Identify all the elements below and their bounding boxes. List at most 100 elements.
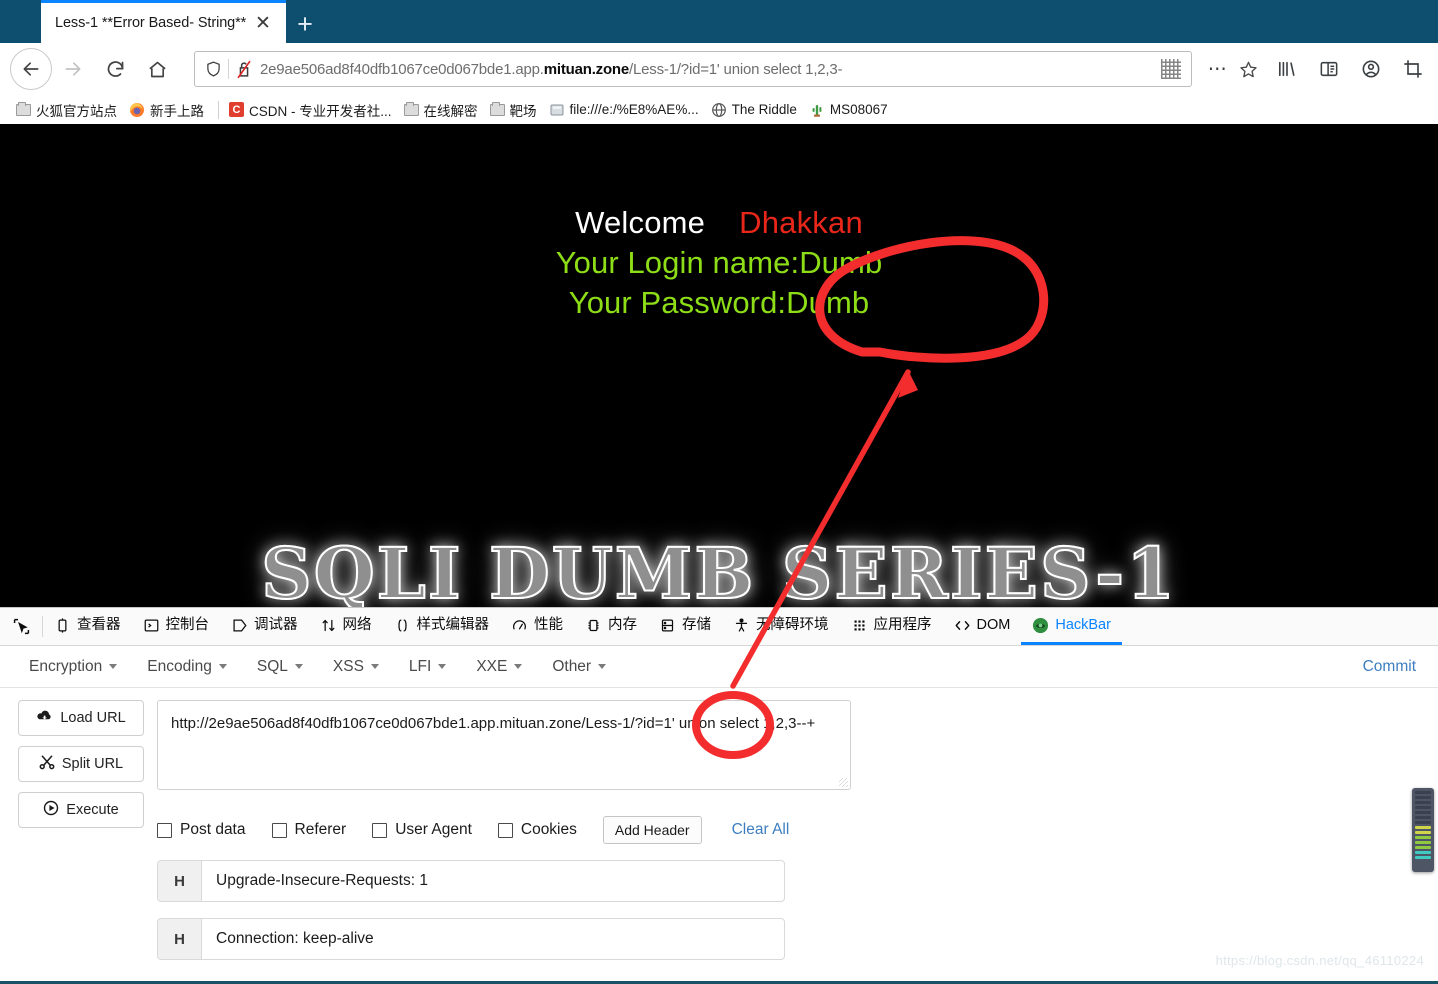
sqli-result-block: Welcome Dhakkan Your Login name:Dumb Your… [0,124,1438,323]
checkbox-post-data[interactable]: Post data [157,821,246,839]
devtools-tab-hackbar[interactable]: HackBar [1021,608,1122,645]
devtools-tab-dom[interactable]: DOM [943,608,1022,645]
application-icon [851,617,868,634]
hackbar-panel: Encryption Encoding SQL XSS LFI XXE Othe… [0,646,1438,960]
password-line: Your Password:Dumb [568,284,870,320]
menu-label: Encoding [147,657,212,675]
welcome-line: Welcome Dhakkan [0,203,1438,243]
checkbox-label: Post data [180,821,246,838]
hackbar-menu-bar: Encryption Encoding SQL XSS LFI XXE Othe… [0,646,1438,688]
bookmarks-bar: 火狐官方站点 新手上路 C CSDN - 专业开发者社... 在线解密 靶场 f… [0,95,1438,124]
level-meter-widget[interactable] [1412,788,1434,872]
url-textarea[interactable]: http://2e9ae506ad8f40dfb1067ce0d067bde1.… [157,700,851,790]
devtools-tab-inspector[interactable]: 查看器 [43,608,132,645]
textarea-resize-grip[interactable] [839,778,848,787]
devtools-tab-network[interactable]: 网络 [309,608,383,645]
hackbar-menu-xss[interactable]: XSS [318,658,394,676]
execute-button[interactable]: Execute [18,792,144,828]
debugger-icon [231,617,248,634]
library-icon[interactable] [1272,54,1302,84]
bookmark-item-getting-started[interactable]: 新手上路 [125,98,212,122]
tab-title: Less-1 **Error Based- String** [55,15,247,31]
devtools-tab-memory[interactable]: 内存 [574,608,648,645]
meter-segment [1415,815,1431,820]
header-row[interactable]: H Connection: keep-alive [157,918,785,960]
checkbox-referer[interactable]: Referer [271,821,347,839]
meter-segment [1415,800,1431,805]
checkbox-box[interactable] [497,822,513,838]
commit-button[interactable]: Commit [1363,658,1424,676]
checkbox-user-agent[interactable]: User Agent [372,821,472,839]
devtools-tab-application[interactable]: 应用程序 [840,608,943,645]
split-url-button[interactable]: Split URL [18,746,144,782]
forward-button[interactable] [52,48,94,90]
checkbox-box[interactable] [157,822,172,838]
hackbar-menu-encoding[interactable]: Encoding [132,658,242,676]
qr-code-icon[interactable] [1161,59,1181,79]
url-bar-divider [228,59,229,79]
meter-segment [1415,850,1431,855]
header-value[interactable]: Upgrade-Insecure-Requests: 1 [202,861,784,901]
url-text[interactable]: 2e9ae506ad8f40dfb1067ce0d067bde1.app.mit… [254,61,1157,78]
page-actions-ellipsis-icon[interactable]: ⋯ [1202,58,1234,81]
button-label: Load URL [60,710,126,726]
add-header-button[interactable]: Add Header [602,816,702,844]
devtools-tab-accessibility[interactable]: 无障碍环境 [722,608,840,645]
chevron-down-icon [598,664,607,669]
devtools-tab-label: 样式编辑器 [416,616,490,633]
bookmark-item-firefox-official[interactable]: 火狐官方站点 [12,98,125,122]
sidebar-icon[interactable] [1314,54,1344,84]
chevron-down-icon [218,664,227,669]
shield-icon[interactable] [203,58,223,80]
hackbar-menu-other[interactable]: Other [537,658,621,676]
devtools-tab-label: HackBar [1055,616,1111,633]
bookmark-star-icon[interactable] [1234,60,1262,79]
bookmark-item-range[interactable]: 靶场 [486,98,545,122]
checkbox-label: Referer [294,821,347,838]
bookmark-item-ms08067[interactable]: MS08067 [805,100,896,120]
browser-tab-strip: Less-1 **Error Based- String** ✕ + [0,0,1438,43]
hackbar-menu-lfi[interactable]: LFI [394,658,461,676]
devtools-tab-storage[interactable]: 存储 [648,608,722,645]
header-row[interactable]: H Upgrade-Insecure-Requests: 1 [157,860,785,902]
url-bar[interactable]: 2e9ae506ad8f40dfb1067ce0d067bde1.app.mit… [194,51,1192,87]
load-url-button[interactable]: Load URL [18,700,144,736]
hackbar-menu-encryption[interactable]: Encryption [14,658,132,676]
browser-tab-active[interactable]: Less-1 **Error Based- String** ✕ [41,0,286,43]
bookmark-item-the-riddle[interactable]: The Riddle [707,100,805,120]
screenshot-crop-icon[interactable] [1398,54,1428,84]
bookmark-item-online-decrypt[interactable]: 在线解密 [400,98,486,122]
reload-button[interactable] [94,48,136,90]
hackbar-menu-xxe[interactable]: XXE [461,658,537,676]
sqli-dumb-series-banner: SQLI DUMB SERIES-1 [0,531,1438,607]
login-name-line: Your Login name:Dumb [555,244,883,280]
checkbox-cookies[interactable]: Cookies [497,821,577,839]
account-icon[interactable] [1356,54,1386,84]
devtools-tab-debugger[interactable]: 调试器 [220,608,309,645]
home-button[interactable] [136,48,178,90]
meter-segment [1415,845,1431,850]
devtools-tab-performance[interactable]: 性能 [500,608,574,645]
bookmark-item-csdn[interactable]: C CSDN - 专业开发者社... [225,98,400,122]
header-value[interactable]: Connection: keep-alive [202,919,784,959]
element-picker-icon[interactable] [0,608,42,645]
url-textarea-wrapper: http://2e9ae506ad8f40dfb1067ce0d067bde1.… [157,700,851,790]
cactus-icon [809,102,825,118]
new-tab-button[interactable]: + [286,5,324,43]
hackbar-menu-sql[interactable]: SQL [242,658,318,676]
bookmark-item-file-path[interactable]: file:///e:/%E8%AE%... [545,100,707,120]
devtools-tab-style-editor[interactable]: 样式编辑器 [383,608,501,645]
checkbox-box[interactable] [271,822,287,838]
clear-all-button[interactable]: Clear All [732,821,790,839]
folder-icon [16,101,31,116]
checkbox-box[interactable] [372,822,388,838]
tab-close-icon[interactable]: ✕ [250,10,276,36]
devtools-tab-console[interactable]: 控制台 [132,608,221,645]
bookmark-label: file:///e:/%E8%AE%... [569,102,699,117]
back-button[interactable] [10,48,52,90]
meter-segment [1415,795,1431,800]
broken-lock-icon[interactable] [234,58,254,80]
cloud-download-icon [36,709,53,727]
button-label: Split URL [61,756,124,772]
dom-icon [954,617,971,634]
